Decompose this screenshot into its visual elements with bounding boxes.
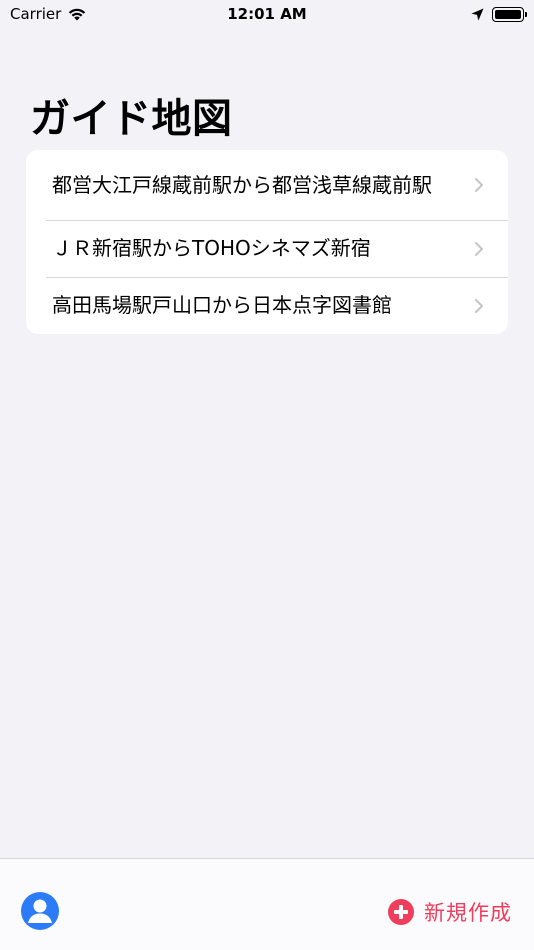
route-list: 都営大江戸線蔵前駅から都営浅草線蔵前駅 ＪＲ新宿駅からTOHOシネマズ新宿 高田… <box>26 150 508 334</box>
new-guide-button[interactable]: 新規作成 <box>388 897 512 927</box>
route-label: ＪＲ新宿駅からTOHOシネマズ新宿 <box>52 236 371 260</box>
route-label: 都営大江戸線蔵前駅から都営浅草線蔵前駅 <box>52 172 432 197</box>
status-bar: Carrier 12:01 AM <box>0 0 534 28</box>
status-time: 12:01 AM <box>227 5 307 23</box>
route-label: 高田馬場駅戸山口から日本点字図書館 <box>52 293 392 317</box>
profile-button[interactable] <box>21 892 59 930</box>
battery-level <box>495 9 521 19</box>
bottom-toolbar: 新規作成 <box>0 858 534 950</box>
page-title: ガイド地図 <box>30 96 233 142</box>
person-circle-icon <box>28 899 52 923</box>
chevron-right-icon <box>475 241 483 256</box>
new-guide-label: 新規作成 <box>424 901 512 925</box>
app-screen: Carrier 12:01 AM ガイド地図 都営大江戸線蔵前駅から都営浅草線蔵… <box>0 0 534 950</box>
plus-circle-icon <box>388 899 414 925</box>
chevron-right-icon <box>475 178 483 192</box>
route-list-item[interactable]: ＪＲ新宿駅からTOHOシネマズ新宿 <box>26 220 508 277</box>
battery-icon <box>492 6 527 22</box>
chevron-right-icon <box>475 298 483 313</box>
route-list-item[interactable]: 高田馬場駅戸山口から日本点字図書館 <box>26 277 508 334</box>
route-list-item[interactable]: 都営大江戸線蔵前駅から都営浅草線蔵前駅 <box>26 150 508 220</box>
